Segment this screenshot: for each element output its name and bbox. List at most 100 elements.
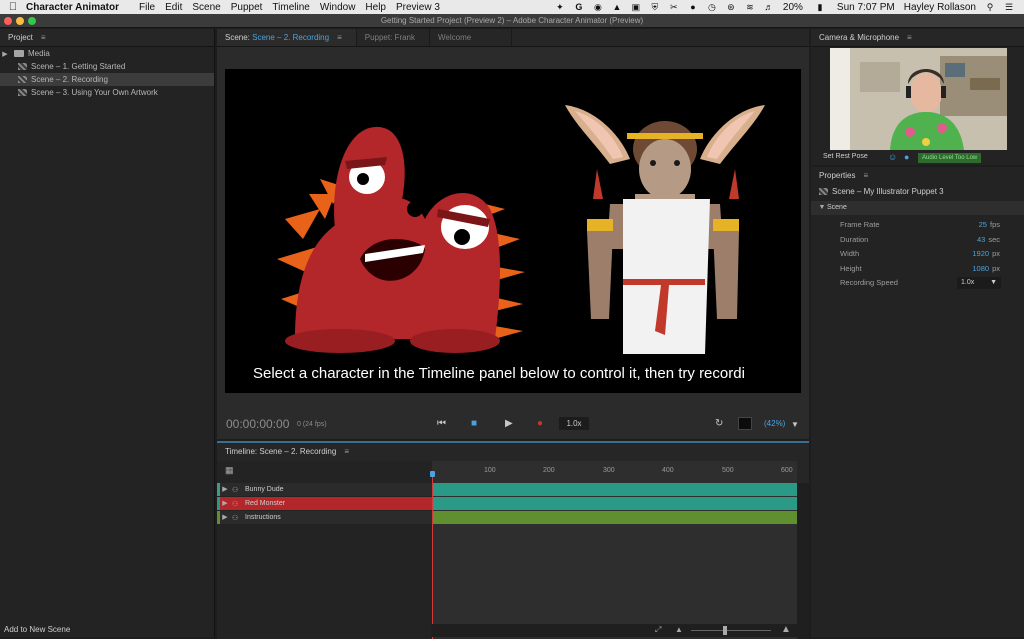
prop-unit: fps (989, 220, 1000, 229)
playback-speed[interactable]: 1.0x (559, 417, 589, 430)
microphone-icon[interactable]: ● (904, 152, 909, 162)
menu-timeline[interactable]: Timeline (272, 2, 317, 13)
grammarly-icon[interactable]: G (574, 2, 584, 12)
project-panel-header[interactable]: Project ≡ (0, 29, 214, 47)
prop-value-number[interactable]: 43 (977, 235, 985, 244)
close-window-button[interactable] (4, 17, 12, 25)
tab-welcome[interactable]: Welcome (430, 29, 513, 46)
panel-menu-icon[interactable]: ≡ (41, 33, 46, 42)
battery-percent[interactable]: 20% (783, 2, 803, 13)
playhead[interactable] (432, 473, 433, 639)
time-ruler[interactable]: 100 200 300 400 500 600 (432, 467, 797, 481)
clock[interactable]: Sun 7:07 PM (837, 2, 895, 13)
panel-menu-icon[interactable]: ≡ (344, 447, 349, 456)
dropbox-icon[interactable]: ✦ (555, 2, 565, 12)
prop-value[interactable]: 1080 px (972, 262, 1000, 277)
prop-value[interactable]: 25 fps (979, 218, 1000, 233)
volume-icon[interactable]: ♬ (764, 2, 774, 12)
zoom-out-icon[interactable]: ▲ (675, 625, 683, 634)
scene-clapper-icon (18, 76, 27, 83)
disclosure-triangle-down-icon[interactable]: ▼ (817, 201, 827, 215)
prop-value-number[interactable]: 1080 (972, 264, 989, 273)
add-to-new-scene-button[interactable]: Add to New Scene (4, 625, 70, 634)
apple-icon[interactable]:  (0, 1, 26, 13)
project-item-scene-1[interactable]: Scene – 1. Getting Started (0, 60, 214, 73)
prop-value-number[interactable]: 25 (979, 220, 987, 229)
zoom-slider[interactable] (691, 630, 771, 631)
menu-scene[interactable]: Scene (192, 2, 228, 13)
menu-file[interactable]: File (139, 2, 163, 13)
menu-edit[interactable]: Edit (165, 2, 190, 13)
background-color-swatch[interactable] (738, 417, 752, 430)
user-name[interactable]: Hayley Rollason (904, 2, 976, 13)
prop-duration: Duration 43 sec (811, 233, 1024, 248)
tab-scene[interactable]: Scene: Scene – 2. Recording ≡ (217, 29, 357, 46)
spotlight-icon[interactable]: ⚲ (985, 2, 995, 12)
bunny-dude[interactable] (565, 105, 765, 354)
camera-panel-header[interactable]: Camera & Microphone ≡ (811, 29, 1024, 47)
go-to-start-icon[interactable]: ⏮ (437, 418, 446, 429)
properties-object: Scene – My Illustrator Puppet 3 (811, 185, 1024, 199)
stop-icon[interactable]: ■ (471, 418, 477, 429)
prop-value[interactable]: 1920 px (972, 247, 1000, 262)
track-bar-red-monster[interactable] (432, 497, 797, 510)
timeline-scrollbar[interactable] (797, 483, 809, 639)
zoom-level[interactable]: (42%) (764, 419, 785, 428)
menu-puppet[interactable]: Puppet (231, 2, 271, 13)
ruler-tick: 600 (781, 467, 793, 474)
project-item-scene-2[interactable]: Scene – 2. Recording (0, 73, 214, 86)
play-icon[interactable]: ▶ (505, 418, 513, 429)
disclosure-triangle-icon[interactable]: ▶ (220, 511, 230, 524)
timecode[interactable]: 00:00:00:00 (226, 417, 289, 431)
playhead-handle[interactable] (430, 471, 435, 477)
project-item-media[interactable]: ▶ Media (0, 47, 214, 60)
menu-preview[interactable]: Preview 3 (396, 2, 448, 13)
notification-center-icon[interactable]: ☰ (1004, 2, 1014, 12)
scissors-icon[interactable]: ✂ (669, 2, 679, 12)
prop-value-number[interactable]: 1920 (972, 249, 989, 258)
time-machine-icon[interactable]: ◷ (707, 2, 717, 12)
track-bar-bunny-dude[interactable] (432, 483, 797, 496)
scene-stage[interactable]: Select a character in the Timeline panel… (225, 69, 801, 393)
disclosure-triangle-icon[interactable]: ▶ (220, 497, 230, 510)
menu-help[interactable]: Help (365, 2, 394, 13)
project-item-scene-3[interactable]: Scene – 3. Using Your Own Artwork (0, 86, 214, 99)
zoom-window-button[interactable] (28, 17, 36, 25)
prop-height: Height 1080 px (811, 262, 1024, 277)
timeline-header[interactable]: Timeline: Scene – 2. Recording ≡ (217, 443, 809, 461)
screen-icon[interactable]: ▣ (631, 2, 641, 12)
recording-speed-select[interactable]: 1.0x ▼ (957, 277, 1001, 289)
record-icon[interactable]: ● (537, 418, 543, 429)
panel-menu-icon[interactable]: ≡ (337, 33, 342, 42)
timeline-settings-icon[interactable]: ▦ (225, 465, 234, 476)
shield-icon[interactable]: ⛨ (650, 2, 660, 12)
track-instructions[interactable]: ▶ ⚇ Instructions (217, 511, 432, 524)
wifi-icon[interactable]: ≋ (745, 2, 755, 12)
drive-icon[interactable]: ▲ (612, 2, 622, 12)
zoom-slider-thumb[interactable] (723, 626, 727, 635)
section-scene[interactable]: ▼ Scene (811, 201, 1024, 215)
bluetooth-icon[interactable]: ⊛ (726, 2, 736, 12)
fit-icon[interactable]: ⤢ (655, 625, 661, 635)
menu-window[interactable]: Window (320, 2, 364, 13)
panel-menu-icon[interactable]: ≡ (907, 33, 912, 42)
disclosure-triangle-icon[interactable]: ▶ (220, 483, 230, 496)
zoom-in-icon[interactable]: ▲ (781, 624, 791, 635)
camera-tray-icon[interactable]: ● (688, 2, 698, 12)
set-rest-pose-button[interactable]: Set Rest Pose (823, 153, 868, 160)
track-red-monster[interactable]: ▶ ⚇ Red Monster (217, 497, 432, 510)
tab-puppet[interactable]: Puppet: Frank (357, 29, 430, 46)
track-bunny-dude[interactable]: ▶ ⚇ Bunny Dude (217, 483, 432, 496)
menu-app-name[interactable]: Character Animator (26, 2, 127, 13)
loop-icon[interactable]: ↻ (715, 418, 723, 429)
red-monster[interactable] (277, 126, 525, 353)
minimize-window-button[interactable] (16, 17, 24, 25)
track-bar-instructions[interactable] (432, 511, 797, 524)
timeline-zoom-bar[interactable]: ⤢ ▲ ▲ (431, 624, 809, 637)
face-tracking-icon[interactable]: ☺ (888, 152, 897, 162)
eye-icon[interactable]: ◉ (593, 2, 603, 12)
prop-value[interactable]: 43 sec (977, 233, 1000, 248)
panel-menu-icon[interactable]: ≡ (863, 171, 868, 180)
zoom-dropdown-icon[interactable]: ▼ (791, 420, 799, 429)
properties-header[interactable]: Properties ≡ (811, 167, 1024, 185)
